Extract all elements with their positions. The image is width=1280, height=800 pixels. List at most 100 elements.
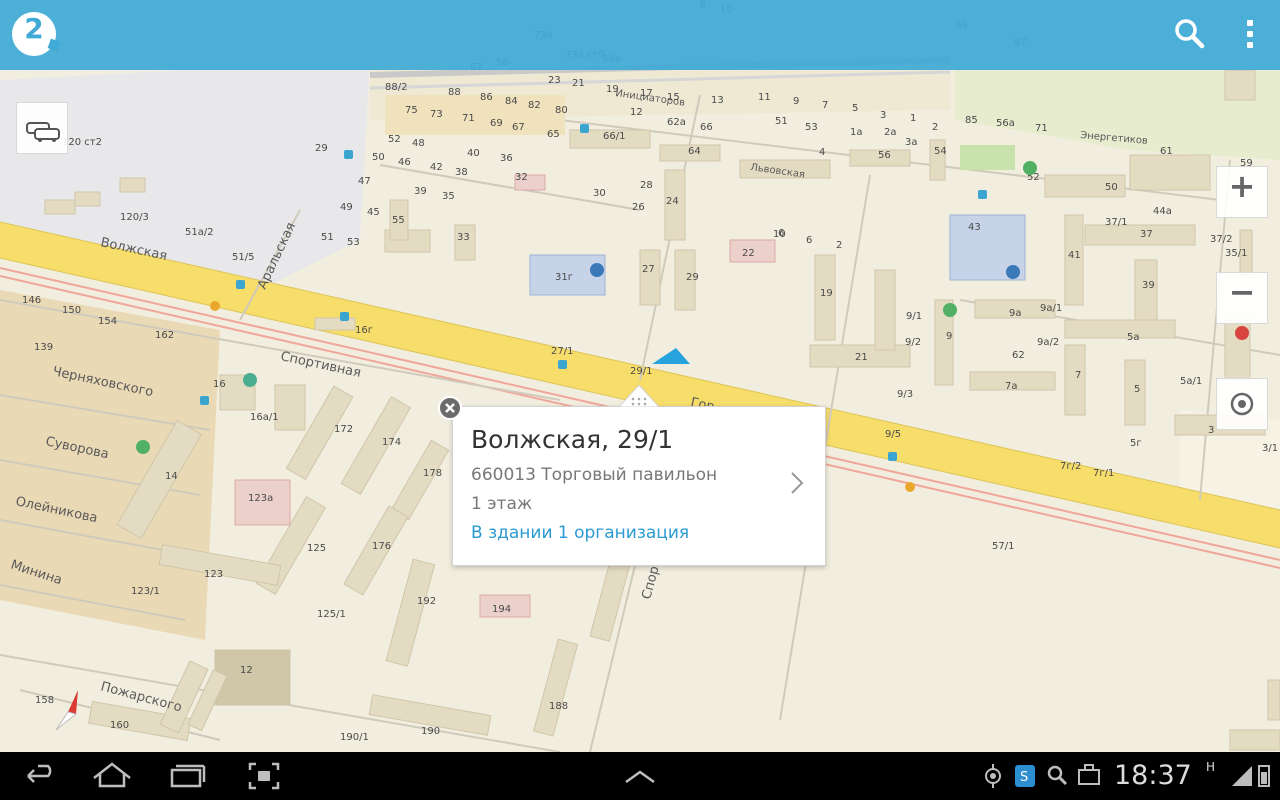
back-icon[interactable]	[20, 752, 60, 800]
battery-icon	[1258, 765, 1270, 787]
building-number-label: 62	[1012, 350, 1025, 361]
street-label: Спор	[639, 565, 662, 602]
building-number-label: 37/2	[1210, 234, 1232, 245]
building-number-label: 71	[462, 113, 475, 124]
building-number-label: 22	[742, 248, 755, 259]
building-number-label: 51	[321, 232, 334, 243]
building-number-label: 3а	[905, 137, 918, 148]
building-number-label: 62а	[667, 117, 686, 128]
building-number-label: 172	[334, 424, 353, 435]
home-icon[interactable]	[90, 752, 134, 800]
building-number-label: 12	[630, 107, 643, 118]
building-number-label: 24	[666, 196, 679, 207]
building-number-label: 5г	[1130, 438, 1142, 449]
recent-apps-icon[interactable]	[168, 752, 208, 800]
building-number-label: 123	[204, 569, 223, 580]
building-number-label: 120/3	[120, 212, 149, 223]
building-number-label: 160	[110, 720, 129, 731]
building-number-label: 16г	[355, 325, 373, 336]
building-number-label: 45	[367, 207, 380, 218]
screenshot-icon[interactable]	[246, 752, 282, 800]
building-number-label: 66/1	[603, 131, 625, 142]
building-number-label: 7г/1	[1093, 468, 1114, 479]
building-number-label: 39	[414, 186, 427, 197]
my-location-icon	[1230, 392, 1254, 416]
building-number-label: 35	[442, 191, 455, 202]
building-number-label: 48	[412, 138, 425, 149]
overflow-menu-button[interactable]	[1238, 14, 1262, 54]
bus-stop-icon	[340, 312, 349, 321]
zoom-in-button[interactable]: +	[1216, 166, 1268, 218]
tram-icon	[210, 301, 220, 311]
building-number-label: 64	[688, 146, 701, 157]
up-arrow-icon[interactable]	[622, 752, 658, 800]
building-number-label: 146	[22, 295, 41, 306]
building-number-label: 15	[667, 92, 680, 103]
popup-drag-handle[interactable]	[619, 385, 659, 407]
bus-stop-icon	[558, 360, 567, 369]
building-number-label: 19	[820, 288, 833, 299]
map-view[interactable]: Волжская Спортивная Черняховского Суворо…	[0, 0, 1280, 752]
building-number-label: 42	[430, 162, 443, 173]
building-number-label: 66	[700, 122, 713, 133]
app-logo-text: 2	[24, 12, 44, 45]
navigation-arrow-icon	[652, 348, 690, 364]
building-number-label: 162	[155, 330, 174, 341]
my-location-button[interactable]	[1216, 378, 1268, 430]
traffic-button[interactable]	[16, 102, 68, 154]
building-number-label: 69	[490, 118, 503, 129]
status-clock: 18:37	[1114, 760, 1192, 791]
zoom-out-button[interactable]: −	[1216, 272, 1268, 324]
building-number-label: 86	[480, 92, 493, 103]
building-number-label: 40	[467, 148, 480, 159]
building-number-label: 44а	[1153, 206, 1172, 217]
building-number-label: 188	[549, 701, 568, 712]
building-number-label: 9а	[1009, 308, 1022, 319]
building-number-label: 85	[965, 115, 978, 126]
close-popup-button[interactable]	[438, 396, 462, 420]
building-number-label: 7г/2	[1060, 461, 1081, 472]
building-number-label: 32	[515, 172, 528, 183]
signal-icon	[1232, 766, 1252, 786]
mail-icon	[243, 373, 257, 387]
school-icon	[1006, 265, 1020, 279]
zoom-in-label: +	[1228, 167, 1256, 205]
building-number-label: 57/1	[992, 541, 1014, 552]
building-number-label: 2	[836, 240, 842, 251]
bus-stop-icon	[978, 190, 987, 199]
pharmacy-icon	[1023, 161, 1037, 175]
building-number-label: 9	[793, 96, 799, 107]
building-number-label: 26	[632, 202, 645, 213]
building-number-label: 50	[1105, 182, 1118, 193]
building-number-label: 73	[430, 109, 443, 120]
building-number-label: 5а/1	[1180, 376, 1202, 387]
search-button[interactable]	[1168, 14, 1212, 54]
bus-stop-icon	[236, 280, 245, 289]
building-number-label: 88	[448, 87, 461, 98]
app-logo[interactable]: 2	[12, 12, 56, 56]
pharmacy-icon	[136, 440, 150, 454]
building-number-label: 4	[819, 147, 825, 158]
building-number-label: 123/1	[131, 586, 160, 597]
building-number-label: 9/3	[897, 389, 913, 400]
building-number-label: 1	[910, 113, 916, 124]
building-number-label: 43	[968, 222, 981, 233]
building-number-label: 176	[372, 541, 391, 552]
building-number-label: 7	[822, 100, 828, 111]
place-info-popup[interactable]: Волжская, 29/1 660013 Торговый павильон …	[452, 385, 826, 566]
building-number-label: 6	[778, 228, 784, 239]
organizations-link[interactable]: В здании 1 организация	[471, 523, 689, 543]
chevron-right-icon[interactable]	[787, 469, 807, 497]
map-canvas[interactable]: Волжская Спортивная Черняховского Суворо…	[0, 0, 1280, 752]
museum-icon	[1235, 326, 1249, 340]
popup-address-line: 660013 Торговый павильон	[471, 465, 718, 485]
building-number-label: 39	[1142, 280, 1155, 291]
skype-icon: S	[1015, 765, 1035, 787]
compass-icon[interactable]	[48, 686, 88, 734]
popup-floor-line: 1 этаж	[471, 494, 533, 514]
building-number-label: 150	[62, 305, 81, 316]
building-number-label: 84	[505, 96, 518, 107]
building-number-label: 27	[642, 264, 655, 275]
building-number-label: 9/1	[906, 311, 922, 322]
building-number-label: 51	[775, 116, 788, 127]
